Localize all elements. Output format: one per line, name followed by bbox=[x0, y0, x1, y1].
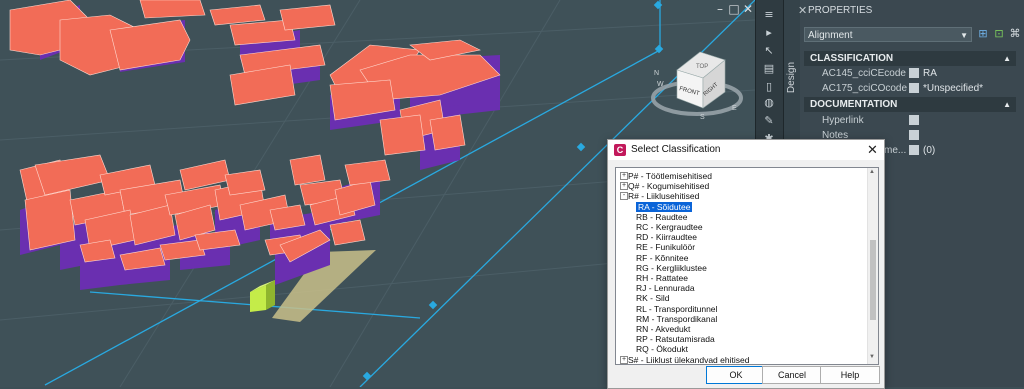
restore-viewport-button[interactable]: □ bbox=[727, 2, 741, 16]
tree-leaf-item[interactable]: RJ - Lennurada bbox=[636, 283, 695, 293]
tree-leaf-item[interactable]: RP - Ratsutamisrada bbox=[636, 334, 715, 344]
compass-n: N bbox=[654, 70, 659, 77]
tree-leaf-item[interactable]: RC - Kergraudtee bbox=[636, 222, 703, 232]
field-icon bbox=[909, 130, 919, 140]
tree-leaf-item[interactable]: RA - Sõidutee bbox=[636, 201, 693, 212]
buildings[interactable] bbox=[9, 0, 501, 290]
tree-leaf-item[interactable]: RB - Raudtee bbox=[636, 212, 688, 222]
viewcube-top-label: TOP bbox=[696, 64, 708, 70]
section-documentation-label: DOCUMENTATION bbox=[810, 99, 898, 110]
property-row[interactable]: AC175_cciCOcode *Unspecified* bbox=[804, 81, 1016, 96]
tree-leaf-item[interactable]: RN - Akvedukt bbox=[636, 324, 690, 334]
selected-building[interactable] bbox=[250, 280, 275, 312]
tree-leaf-item[interactable]: RQ - Ökodukt bbox=[636, 344, 688, 354]
field-icon bbox=[909, 115, 919, 125]
toggle-pickadd-icon[interactable]: ⌘ bbox=[1008, 27, 1022, 41]
expand-icon[interactable]: + bbox=[620, 355, 628, 364]
globe-icon[interactable]: ◍ bbox=[762, 96, 776, 110]
scrollbar-thumb[interactable] bbox=[870, 240, 876, 320]
object-type-value: Alignment bbox=[808, 30, 853, 41]
tree-leaf-item[interactable]: RH - Rattatee bbox=[636, 273, 688, 283]
scroll-up-icon[interactable]: ▲ bbox=[869, 169, 875, 175]
cancel-button[interactable]: Cancel bbox=[762, 366, 822, 384]
quick-select-icon[interactable]: ⊞ bbox=[976, 27, 990, 41]
tree-leaf-item[interactable]: RD - Kiirraudtee bbox=[636, 232, 697, 242]
dialog-titlebar[interactable]: C Select Classification ✕ bbox=[608, 140, 884, 160]
property-row[interactable]: Hyperlink bbox=[804, 113, 1016, 128]
help-button[interactable]: Help bbox=[820, 366, 880, 384]
tree-leaf-item[interactable]: RM - Transpordikanal bbox=[636, 314, 717, 324]
layers-icon[interactable]: ▤ bbox=[762, 62, 776, 76]
compass-w: W bbox=[657, 81, 664, 88]
tree-leaf-item[interactable]: RK - Sild bbox=[636, 293, 670, 303]
tree-scrollbar[interactable]: ▲ ▼ bbox=[867, 168, 878, 364]
palette-menu-icon[interactable]: ≡ bbox=[762, 8, 776, 22]
view-cube[interactable]: TOP FRONT RIGHT N W E S bbox=[651, 51, 743, 121]
minimize-viewport-button[interactable]: – bbox=[713, 2, 727, 16]
collapse-icon: ▲ bbox=[1003, 54, 1011, 63]
tree-leaf-item[interactable]: RG - Kergliiklustee bbox=[636, 263, 707, 273]
tree-group-item[interactable]: P# - Töötlemisehitised bbox=[628, 171, 712, 181]
app-icon: C bbox=[614, 144, 626, 156]
tree-leaf-item[interactable]: RE - Funikulöör bbox=[636, 242, 695, 252]
scroll-down-icon[interactable]: ▼ bbox=[869, 354, 875, 360]
property-value: RA bbox=[923, 68, 937, 79]
classification-tree[interactable]: + P# - Töötlemisehitised + Q# - Kogumisehit… bbox=[615, 167, 879, 365]
tree-group-item[interactable]: S# - Liiklust ülekandvad ehitised bbox=[628, 355, 749, 364]
select-icon[interactable]: ▸ bbox=[762, 26, 776, 40]
property-row[interactable]: AC145_cciCEcode RA bbox=[804, 66, 1016, 81]
property-name: AC175_cciCOcode bbox=[822, 83, 908, 94]
close-icon[interactable]: ✕ bbox=[867, 142, 878, 158]
chevron-down-icon: ▼ bbox=[960, 31, 968, 40]
field-icon bbox=[909, 145, 919, 155]
tree-leaf-item[interactable]: RF - Kõnnitee bbox=[636, 253, 688, 263]
expand-icon[interactable]: + bbox=[620, 172, 628, 180]
classification-icon bbox=[909, 83, 919, 93]
classification-icon bbox=[909, 68, 919, 78]
object-type-select[interactable]: Alignment ▼ bbox=[804, 27, 972, 42]
document-icon[interactable]: ▯ bbox=[762, 80, 776, 94]
pointer-icon[interactable]: ↖ bbox=[762, 44, 776, 58]
dialog-title: Select Classification bbox=[631, 144, 721, 155]
property-name: Hyperlink bbox=[822, 115, 864, 126]
tree-group-item[interactable]: R# - Liiklusehitised bbox=[628, 191, 699, 201]
collapse-icon[interactable]: - bbox=[620, 192, 628, 201]
ok-button[interactable]: OK bbox=[706, 366, 766, 384]
properties-title: PROPERTIES bbox=[808, 5, 873, 16]
design-tab-label: Design bbox=[786, 61, 798, 94]
close-icon[interactable]: ✕ bbox=[798, 4, 807, 17]
section-classification[interactable]: CLASSIFICATION ▲ bbox=[804, 51, 1016, 66]
property-name: AC145_cciCEcode bbox=[822, 68, 906, 79]
compass-s: S bbox=[700, 114, 705, 121]
property-name: me... bbox=[884, 145, 907, 156]
wrench-icon[interactable]: ✎ bbox=[762, 114, 776, 128]
compass-e: E bbox=[732, 105, 737, 112]
section-classification-label: CLASSIFICATION bbox=[810, 53, 894, 64]
tree-group-item[interactable]: Q# - Kogumisehitised bbox=[628, 181, 709, 191]
section-documentation[interactable]: DOCUMENTATION ▲ bbox=[804, 97, 1016, 112]
property-value: *Unspecified* bbox=[923, 83, 984, 94]
tree-leaf-item[interactable]: RL - Transporditunnel bbox=[636, 304, 717, 314]
expand-icon[interactable]: + bbox=[620, 182, 628, 191]
property-value: (0) bbox=[923, 145, 936, 156]
select-objects-icon[interactable]: ⊡ bbox=[992, 27, 1006, 41]
collapse-icon: ▲ bbox=[1003, 100, 1011, 109]
close-viewport-button[interactable]: ✕ bbox=[741, 2, 755, 16]
select-classification-dialog: C Select Classification ✕ + P# - Töötlemi… bbox=[607, 139, 885, 389]
